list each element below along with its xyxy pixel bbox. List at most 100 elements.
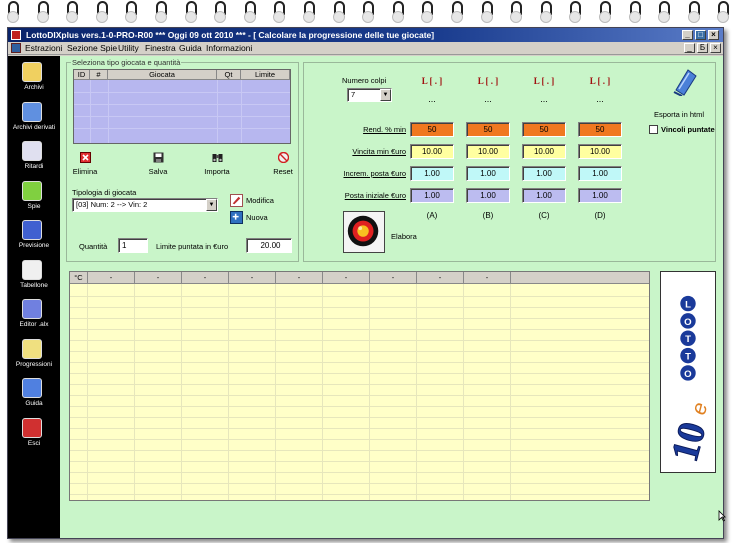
mdi-minimize-button[interactable]: _ <box>684 43 695 53</box>
spiral-ring <box>480 1 493 23</box>
modifica-button[interactable]: Modifica <box>246 196 274 205</box>
value-cell-0-1[interactable]: 50 <box>466 122 510 137</box>
sidebar-item-archivi-derivati[interactable]: Archivi derivati <box>8 101 60 138</box>
maximize-button[interactable]: □ <box>695 30 706 40</box>
sidebar-item-guida[interactable]: Guida <box>8 378 60 414</box>
row-label-1[interactable]: Vincita min €uro <box>352 147 406 156</box>
selection-group-title: Seleziona tipo giocata e quantità <box>71 58 182 67</box>
column-id[interactable]: ID <box>74 70 90 80</box>
mdi-restore-button[interactable]: Б <box>697 43 708 53</box>
nuova-icon[interactable] <box>230 211 243 224</box>
menu-estrazioni[interactable]: Estrazioni <box>25 43 62 54</box>
grid-column-header[interactable]: - <box>182 272 229 284</box>
close-button[interactable]: × <box>708 30 719 40</box>
menu-bar: Estrazioni Sezione Spie Utility Finestra… <box>8 42 723 55</box>
menu-guida[interactable]: Guida <box>179 43 202 54</box>
row-label-3[interactable]: Posta iniziale €uro <box>345 191 406 200</box>
grid-column-header[interactable]: - <box>276 272 323 284</box>
menu-utility[interactable]: Utility <box>118 43 139 54</box>
minimize-button[interactable]: _ <box>682 30 693 40</box>
esporta-html-button[interactable]: Esporta in html <box>654 110 704 119</box>
value-cell-0-3[interactable]: 50 <box>578 122 622 137</box>
value-cell-3-2[interactable]: 1.00 <box>522 188 566 203</box>
vincoli-label: Vincoli puntate <box>661 125 715 134</box>
sidebar-item-previsione[interactable]: Previsione <box>8 220 60 256</box>
modifica-icon[interactable] <box>230 194 243 207</box>
sidebar-item-spie[interactable]: Spie <box>8 180 60 217</box>
value-cell-2-1[interactable]: 1.00 <box>466 166 510 181</box>
sidebar-item-editor-alx[interactable]: Editor .alx <box>8 299 60 335</box>
spiral-ring <box>509 1 523 23</box>
grid-column-header[interactable]: - <box>323 272 370 284</box>
reset-button[interactable]: Reset <box>270 152 296 176</box>
column-number[interactable]: # <box>90 70 108 80</box>
value-cell-0-0[interactable]: 50 <box>410 122 454 137</box>
importa-label: Importa <box>204 167 230 176</box>
numero-colpi-select[interactable]: 7 ▼ <box>347 88 392 102</box>
column-label-3: (D) <box>594 211 606 220</box>
value-cell-1-3[interactable]: 10.00 <box>578 144 622 159</box>
sidebar-item-ritardi[interactable]: Ritardi <box>8 141 60 177</box>
vincoli-checkbox[interactable] <box>649 125 658 134</box>
tipologia-select[interactable]: [03] Num: 2 --> Vin: 2 ▼ <box>72 198 218 212</box>
value-cell-1-2[interactable]: 10.00 <box>522 144 566 159</box>
sidebar-item-archivi[interactable]: Archivi <box>8 62 60 98</box>
grid-vertical-line <box>510 284 511 500</box>
grid-column-header[interactable]: - <box>135 272 182 284</box>
cursor-icon <box>718 510 726 522</box>
results-grid[interactable]: °C - - - - - - - - - <box>69 271 650 501</box>
document-icon[interactable] <box>11 43 21 53</box>
grid-column-header[interactable]: - <box>417 272 464 284</box>
importa-button[interactable]: Importa <box>199 152 235 176</box>
binoculars-icon <box>212 154 222 162</box>
app-icon <box>11 30 21 40</box>
grid-row-line <box>70 461 649 462</box>
spiral-ring <box>420 1 434 23</box>
value-cell-3-3[interactable]: 1.00 <box>578 188 622 203</box>
chevron-down-icon[interactable]: ▼ <box>206 199 217 211</box>
elimina-label: Elimina <box>72 167 98 176</box>
list-row-line <box>74 104 290 105</box>
elabora-button[interactable] <box>343 211 385 253</box>
value-cell-0-2[interactable]: 50 <box>522 122 566 137</box>
elabora-label: Elabora <box>391 232 417 241</box>
value-cell-1-0[interactable]: 10.00 <box>410 144 454 159</box>
sidebar-item-tabellone[interactable]: Tabellone <box>8 259 60 296</box>
salva-button[interactable]: Salva <box>143 152 173 176</box>
limite-puntata-input[interactable]: 20.00 <box>246 238 292 253</box>
column-giocata[interactable]: Giocata <box>108 70 217 80</box>
row-label-2[interactable]: Increm. posta €uro <box>343 169 406 178</box>
value-cell-2-3[interactable]: 1.00 <box>578 166 622 181</box>
quantita-input[interactable]: 1 <box>118 238 148 253</box>
mdi-close-button[interactable]: × <box>710 43 721 53</box>
row-label-0[interactable]: Rend. % min <box>363 125 406 134</box>
elimina-button[interactable]: Elimina <box>70 152 100 176</box>
sidebar-item-progressioni[interactable]: Progressioni <box>8 338 60 375</box>
value-cell-2-0[interactable]: 1.00 <box>410 166 454 181</box>
column-limite[interactable]: Limite <box>241 70 290 80</box>
grid-column-header[interactable]: - <box>229 272 276 284</box>
menu-sezione-spie[interactable]: Sezione Spie <box>67 43 117 54</box>
grid-column-header[interactable]: - <box>464 272 511 284</box>
export-html-icon[interactable] <box>672 68 698 97</box>
chevron-down-icon[interactable]: ▼ <box>380 89 391 101</box>
sidebar-item-label: Ritardi <box>24 163 44 170</box>
value-cell-2-2[interactable]: 1.00 <box>522 166 566 181</box>
grid-row-line <box>70 439 649 440</box>
grid-column-header[interactable]: - <box>370 272 417 284</box>
value-cell-3-1[interactable]: 1.00 <box>466 188 510 203</box>
column-header-2: L [ . ] <box>533 76 555 86</box>
grid-column-header[interactable]: °C <box>70 272 88 284</box>
nuova-button[interactable]: Nuova <box>246 213 268 222</box>
giocate-list[interactable]: ID # Giocata Qt Limite <box>73 69 291 144</box>
column-qt[interactable]: Qt <box>217 70 241 80</box>
spiral-ring <box>243 1 256 23</box>
spiral-ring <box>213 1 227 23</box>
menu-finestra[interactable]: Finestra <box>145 43 176 54</box>
grid-column-header[interactable]: - <box>88 272 135 284</box>
value-cell-1-1[interactable]: 10.00 <box>466 144 510 159</box>
value-cell-3-0[interactable]: 1.00 <box>410 188 454 203</box>
grid-vertical-line <box>228 284 229 500</box>
sidebar-item-esci[interactable]: Esci <box>8 417 60 454</box>
menu-informazioni[interactable]: Informazioni <box>206 43 252 54</box>
